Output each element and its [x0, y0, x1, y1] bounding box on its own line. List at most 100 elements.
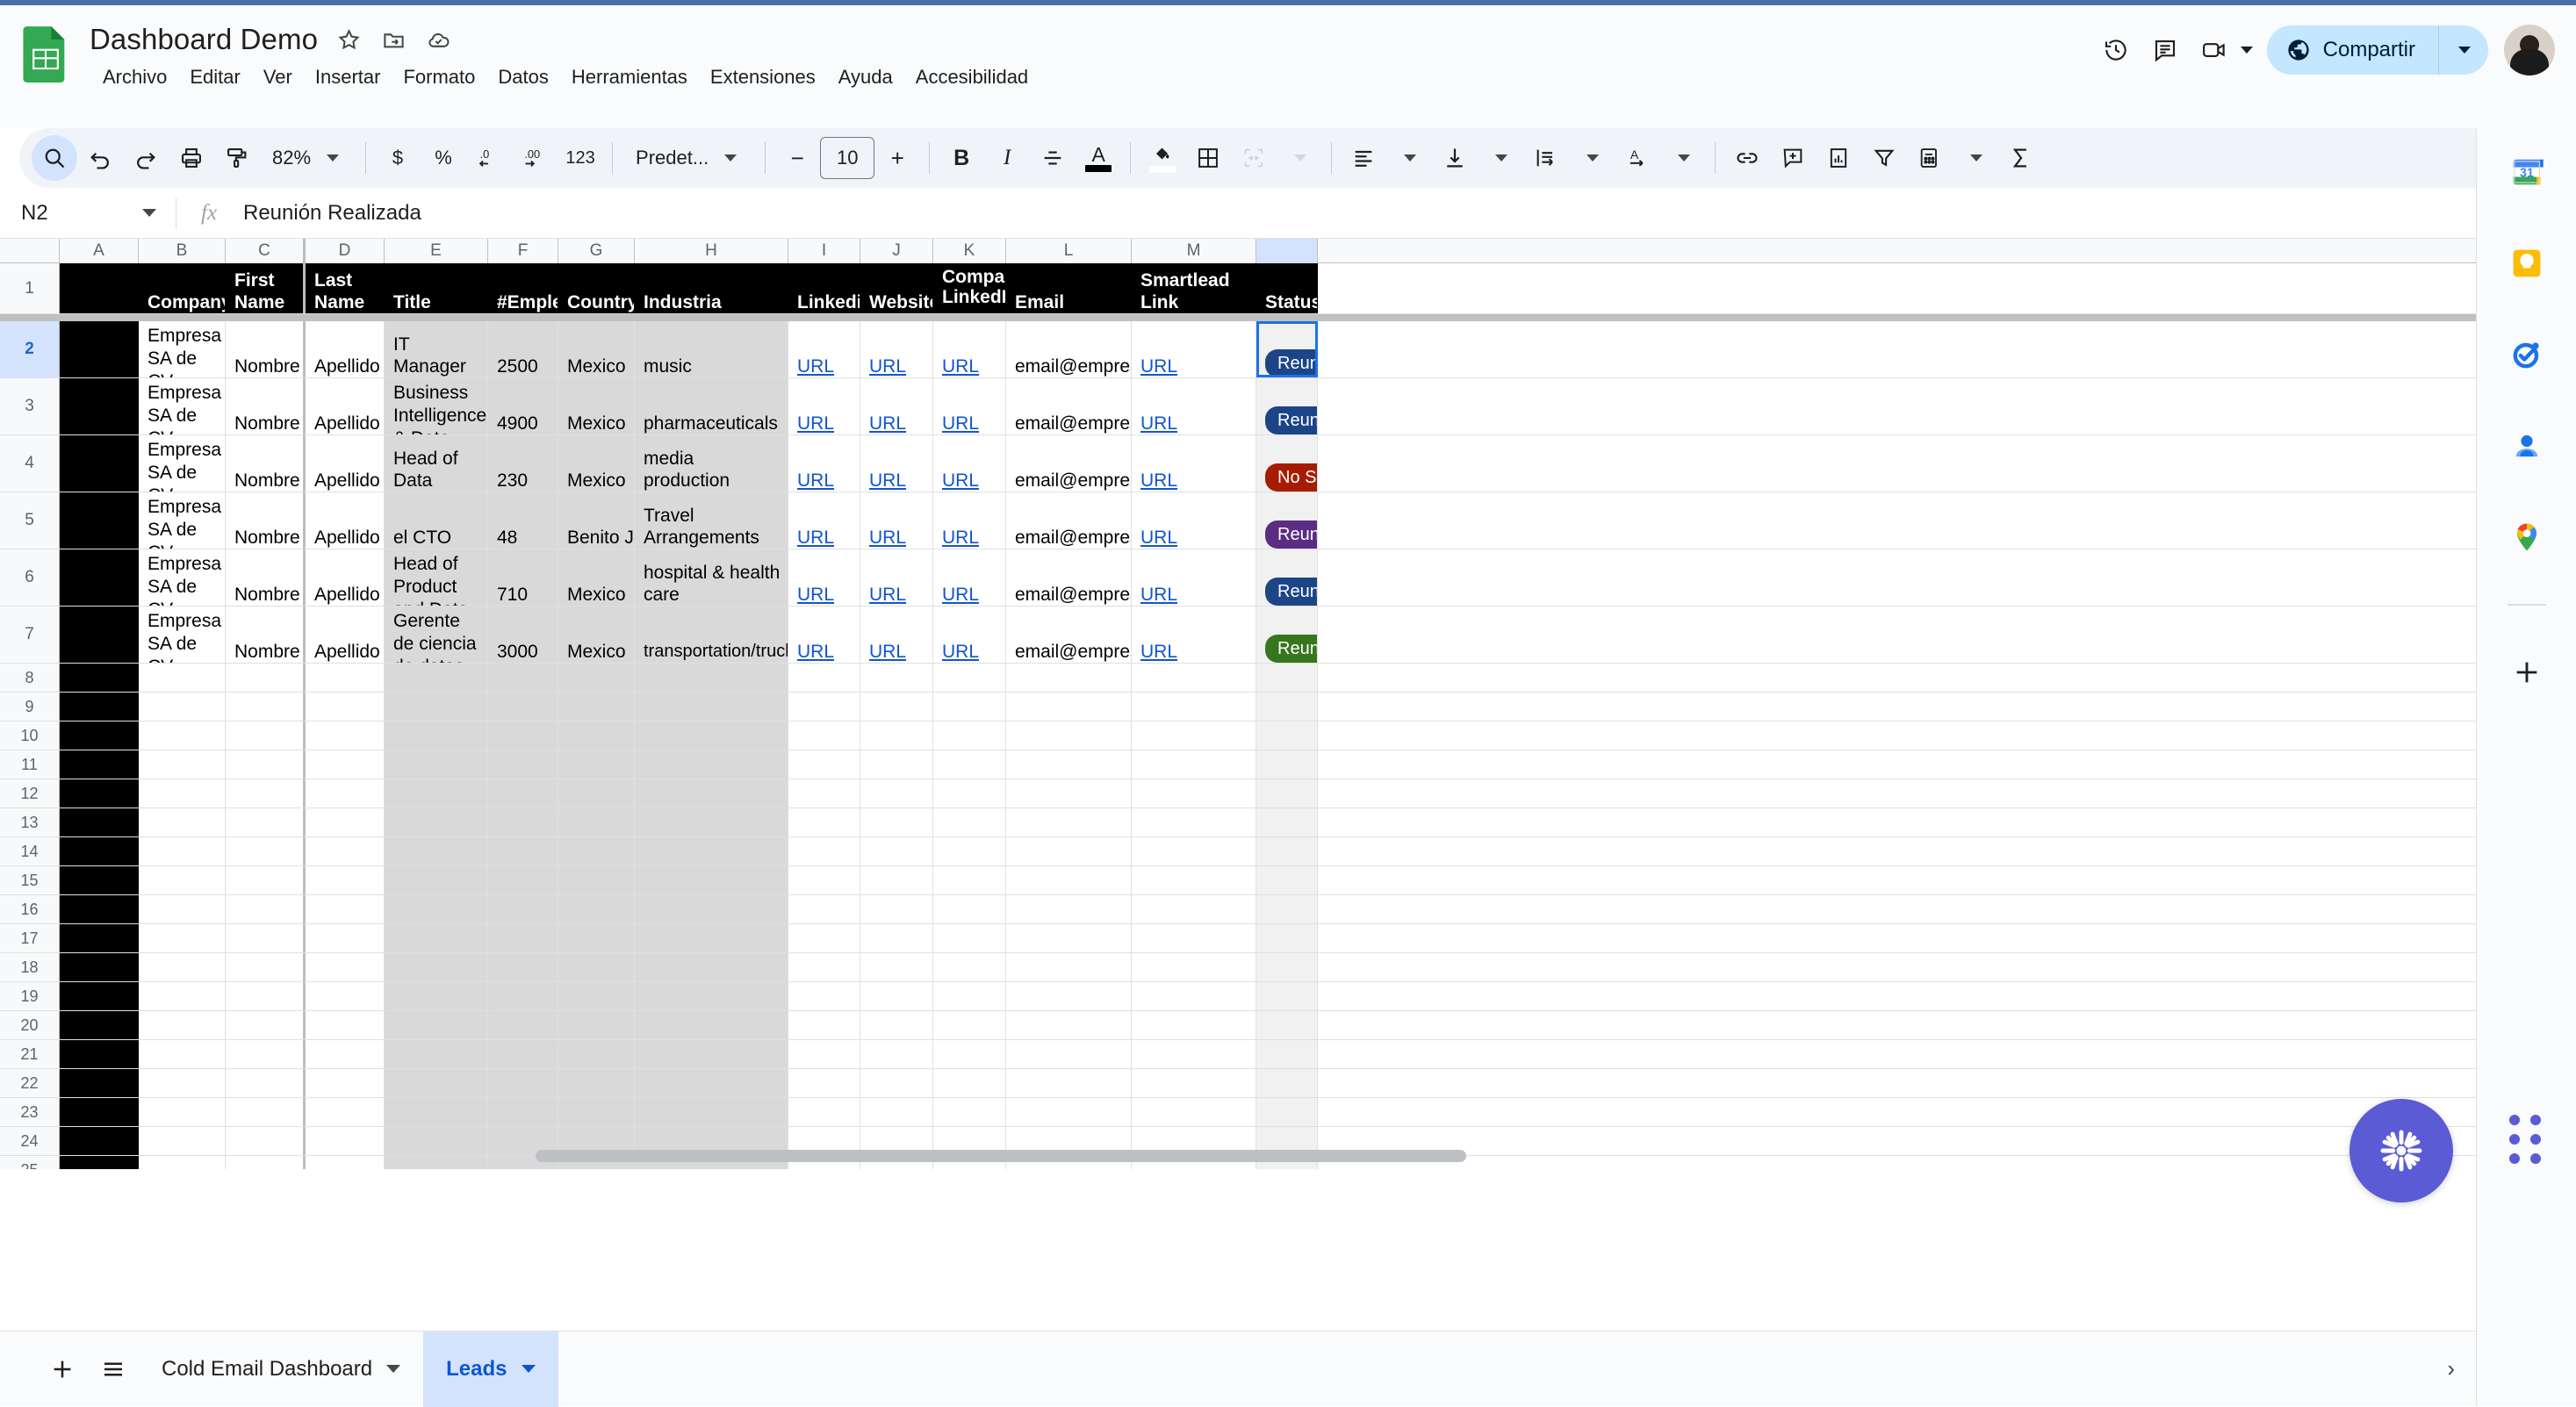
company-linkedin-url-link[interactable]: URL	[942, 527, 979, 549]
zoom-chevron-down-icon[interactable]	[327, 154, 339, 162]
empty-cell[interactable]	[860, 750, 933, 779]
empty-cell[interactable]	[488, 693, 558, 721]
smartlead-url-link[interactable]: URL	[1140, 413, 1177, 434]
cell-country[interactable]: Mexico	[558, 378, 635, 434]
header-cell-status[interactable]: Status	[1256, 263, 1318, 313]
empty-cell[interactable]	[139, 693, 226, 721]
empty-cell[interactable]	[139, 664, 226, 692]
empty-cell[interactable]	[488, 837, 558, 865]
cell-status[interactable]: Reunión Realizada	[1256, 378, 1318, 434]
empty-cell[interactable]	[788, 808, 860, 836]
paint-format-icon[interactable]	[214, 135, 260, 181]
empty-cell[interactable]	[933, 1040, 1006, 1068]
cell-smartlead[interactable]: URL	[1132, 607, 1256, 663]
empty-cell[interactable]	[139, 924, 226, 952]
empty-cell[interactable]	[860, 693, 933, 721]
bold-icon[interactable]: B	[939, 135, 984, 181]
cell-last-name[interactable]: Apellido	[306, 378, 385, 434]
insert-comment-icon[interactable]	[1770, 135, 1816, 181]
empty-cell[interactable]	[1006, 982, 1132, 1010]
cell-a7[interactable]	[60, 607, 139, 663]
cell-title[interactable]: IT Manager	[385, 321, 488, 377]
empty-cell[interactable]	[139, 895, 226, 923]
empty-cell[interactable]	[385, 750, 488, 779]
cell-status[interactable]: Reunión Cerrada	[1256, 607, 1318, 663]
empty-cell[interactable]	[1256, 664, 1318, 692]
comment-icon[interactable]	[2141, 25, 2190, 75]
sheet-tab-chevron-down-icon[interactable]	[386, 1365, 400, 1373]
functions-chevron-down-icon[interactable]	[1953, 135, 1998, 181]
empty-cell[interactable]	[933, 895, 1006, 923]
empty-cell[interactable]	[139, 866, 226, 894]
empty-cell[interactable]	[139, 1156, 226, 1169]
create-filter-icon[interactable]	[1861, 135, 1907, 181]
empty-cell[interactable]	[306, 1069, 385, 1097]
select-all-corner[interactable]	[0, 239, 60, 262]
empty-cell[interactable]	[488, 779, 558, 808]
empty-cell[interactable]	[860, 895, 933, 923]
header-cell-last-name[interactable]: Last Name	[306, 263, 385, 313]
currency-icon[interactable]: $	[375, 135, 421, 181]
empty-cell[interactable]	[635, 837, 788, 865]
star-icon[interactable]	[337, 28, 361, 52]
empty-cell[interactable]	[385, 1156, 488, 1169]
empty-cell[interactable]	[226, 982, 306, 1010]
header-cell-empleados[interactable]: #Empleados	[488, 263, 558, 313]
empty-cell[interactable]	[60, 1156, 139, 1169]
cell-company-linkedin[interactable]: URL	[933, 435, 1006, 492]
cell-status[interactable]: Reunión Realizada	[1256, 549, 1318, 606]
empty-cell[interactable]	[226, 1098, 306, 1126]
column-header-g[interactable]: G	[558, 239, 635, 263]
empty-cell[interactable]	[1132, 866, 1256, 894]
empty-cell[interactable]	[306, 837, 385, 865]
linkedin-url-link[interactable]: URL	[797, 470, 834, 492]
smartlead-url-link[interactable]: URL	[1140, 641, 1177, 663]
empty-cell[interactable]	[558, 721, 635, 750]
empty-cell[interactable]	[558, 1098, 635, 1126]
empty-cell[interactable]	[933, 750, 1006, 779]
linkedin-url-link[interactable]: URL	[797, 641, 834, 663]
name-box[interactable]: N2	[0, 188, 176, 238]
increase-decimal-icon[interactable]: .00	[512, 135, 558, 181]
add-addon-icon[interactable]	[2502, 648, 2551, 697]
header-cell-smartlead[interactable]: Smartlead Link	[1132, 263, 1256, 313]
text-rotation-icon[interactable]: A	[1615, 135, 1660, 181]
header-cell-website[interactable]: Website	[860, 263, 933, 313]
empty-cell[interactable]	[385, 1011, 488, 1039]
empty-cell[interactable]	[306, 1127, 385, 1155]
empty-cell[interactable]	[1006, 953, 1132, 981]
empty-cell[interactable]	[60, 808, 139, 836]
empty-cell[interactable]	[60, 1011, 139, 1039]
row-header-17[interactable]: 17	[0, 924, 60, 952]
column-header-j[interactable]: J	[860, 239, 933, 263]
empty-cell[interactable]	[860, 866, 933, 894]
merge-cells-icon[interactable]	[1231, 135, 1277, 181]
empty-cell[interactable]	[558, 693, 635, 721]
font-size-input[interactable]: 10	[820, 137, 874, 179]
menu-accesibilidad[interactable]: Accesibilidad	[904, 61, 1040, 93]
website-url-link[interactable]: URL	[869, 584, 906, 606]
empty-cell[interactable]	[385, 1069, 488, 1097]
column-header-k[interactable]: K	[933, 239, 1006, 263]
cell-linkedin[interactable]: URL	[788, 435, 860, 492]
cell-title[interactable]: Head of Data	[385, 435, 488, 492]
column-header-i[interactable]: I	[788, 239, 860, 263]
empty-cell[interactable]	[385, 895, 488, 923]
header-cell-industria[interactable]: Industria	[635, 263, 788, 313]
empty-cell[interactable]	[488, 1069, 558, 1097]
company-linkedin-url-link[interactable]: URL	[942, 470, 979, 492]
menu-ver[interactable]: Ver	[252, 61, 304, 93]
empty-cell[interactable]	[860, 721, 933, 750]
empty-cell[interactable]	[1132, 982, 1256, 1010]
website-url-link[interactable]: URL	[869, 641, 906, 663]
empty-cell[interactable]	[860, 808, 933, 836]
empty-cell[interactable]	[635, 1011, 788, 1039]
empty-cell[interactable]	[306, 664, 385, 692]
cell-linkedin[interactable]: URL	[788, 549, 860, 606]
empty-cell[interactable]	[385, 924, 488, 952]
empty-cell[interactable]	[226, 779, 306, 808]
menu-datos[interactable]: Datos	[486, 61, 559, 93]
insert-chart-icon[interactable]	[1816, 135, 1861, 181]
empty-cell[interactable]	[60, 924, 139, 952]
empty-cell[interactable]	[1256, 1040, 1318, 1068]
